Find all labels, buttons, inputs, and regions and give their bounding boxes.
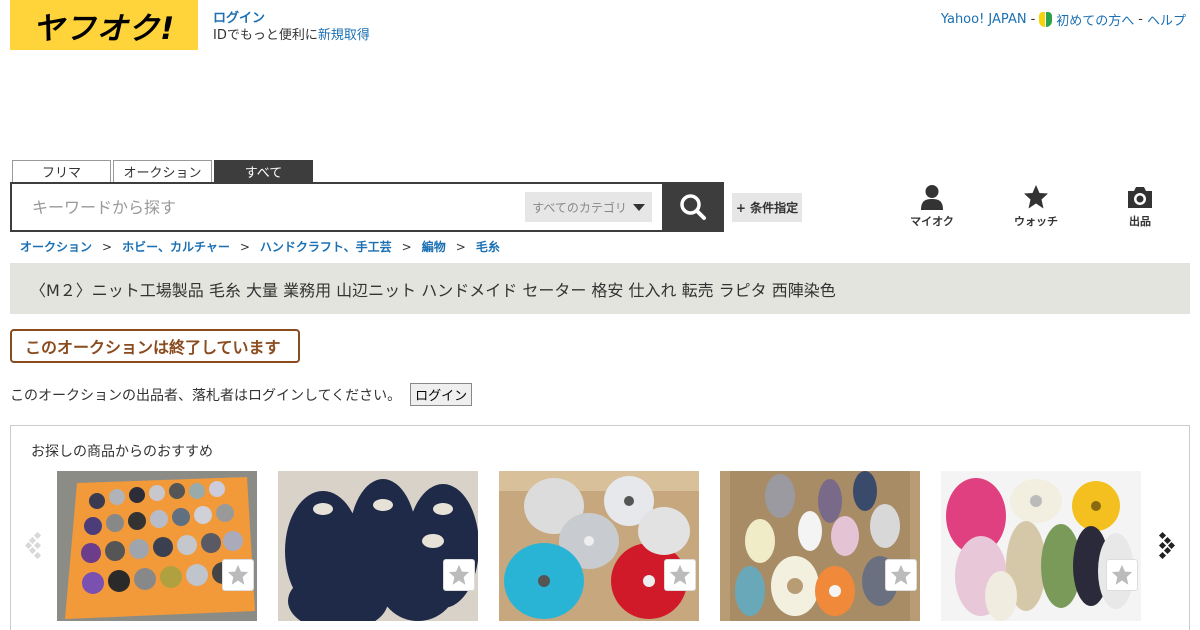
item-title: 〈M２〉ニット工場製品 毛糸 大量 業務用 山辺ニット ハンドメイド セーター … [30,280,836,300]
tab-all[interactable]: すべて [214,160,313,182]
recommendations-title: お探しの商品からのおすすめ [31,444,213,460]
breadcrumb-item-handcraft[interactable]: ハンドクラフト、手工芸 [260,238,392,255]
item-photo [278,471,478,621]
search-input[interactable] [12,184,525,230]
top-links: Yahoo! JAPAN - 初めての方へ - ヘルプ [941,10,1186,29]
recommendation-list [57,471,1141,621]
advanced-search-button[interactable]: + 条件指定 [732,193,802,222]
login-block: ログイン IDでもっと便利に新規取得 [213,10,370,44]
breadcrumb-separator: > [455,239,466,254]
top-link-separator: - [1030,12,1036,27]
watch-star-button[interactable] [1106,559,1138,591]
sell-button[interactable]: 出品 [1088,184,1192,229]
auction-ended-badge: このオークションは終了しています [10,329,300,363]
category-select-label: すべてのカテゴリ [532,200,627,215]
watch-label: ウォッチ [1014,215,1058,228]
star-icon [448,564,470,585]
item-photo [57,471,257,621]
watch-list-button[interactable]: ウォッチ [984,184,1088,229]
watch-star-button[interactable] [443,559,475,591]
search-icon [680,194,706,220]
recommendation-item[interactable] [941,471,1141,621]
login-link[interactable]: ログイン [213,10,370,27]
star-icon [890,564,912,585]
category-select[interactable]: すべてのカテゴリ [525,192,652,222]
star-icon [227,564,249,585]
search-tabs: フリマ オークション すべて [12,160,313,182]
breadcrumb-separator: > [102,239,113,254]
breadcrumb-item-yarn[interactable]: 毛糸 [476,238,500,255]
header-nav: マイオク ウォッチ 出品 [880,184,1192,229]
search-button[interactable] [662,182,724,232]
beginners-guide-link[interactable]: 初めての方へ [1056,10,1134,29]
caret-down-icon [632,203,645,211]
user-icon [921,185,943,210]
myauction-button[interactable]: マイオク [880,184,984,229]
star-icon [1024,185,1048,209]
watch-star-button[interactable] [664,559,696,591]
carousel-prev-arrow-icon[interactable] [25,531,45,559]
carousel-next-arrow-icon[interactable] [1155,531,1175,559]
recommendation-item[interactable] [57,471,257,621]
watch-star-button[interactable] [885,559,917,591]
signup-link[interactable]: 新規取得 [318,28,370,43]
id-promo-text: IDでもっと便利に [213,28,318,43]
search-bar: すべてのカテゴリ [10,182,724,232]
help-link[interactable]: ヘルプ [1147,10,1186,29]
breadcrumb: オークション > ホビー、カルチャー > ハンドクラフト、手工芸 > 編物 > … [20,238,500,255]
recommendation-item[interactable] [499,471,699,621]
camera-icon [1128,187,1152,208]
star-icon [1111,564,1133,585]
recommendations-panel: お探しの商品からのおすすめ [10,425,1190,630]
tab-flea-market[interactable]: フリマ [12,160,111,182]
breadcrumb-separator: > [239,239,250,254]
tab-auction[interactable]: オークション [113,160,212,182]
yahoo-japan-link[interactable]: Yahoo! JAPAN [941,12,1027,27]
watch-star-button[interactable] [222,559,254,591]
recommendation-item[interactable] [278,471,478,621]
item-photo [499,471,699,621]
yahuoku-logo[interactable]: ヤフオク! [10,0,198,50]
breadcrumb-separator: > [401,239,412,254]
breadcrumb-item-knitting[interactable]: 編物 [422,238,446,255]
item-photo [941,471,1141,621]
sell-label: 出品 [1129,215,1151,228]
item-photo [720,471,920,621]
recommendation-item[interactable] [720,471,920,621]
myauction-label: マイオク [910,215,954,228]
breadcrumb-item-auction[interactable]: オークション [20,238,92,255]
breadcrumb-item-hobby-culture[interactable]: ホビー、カルチャー [122,238,230,255]
logo-text: ヤフオク! [32,10,176,47]
login-notice-text: このオークションの出品者、落札者はログインしてください。 [10,387,402,404]
beginner-mark-icon [1039,12,1053,27]
top-link-separator: - [1138,12,1143,27]
login-button[interactable]: ログイン [410,383,473,406]
item-title-bar: 〈M２〉ニット工場製品 毛糸 大量 業務用 山辺ニット ハンドメイド セーター … [10,263,1190,314]
login-notice: このオークションの出品者、落札者はログインしてください。 ログイン [10,383,473,406]
star-icon [669,564,691,585]
